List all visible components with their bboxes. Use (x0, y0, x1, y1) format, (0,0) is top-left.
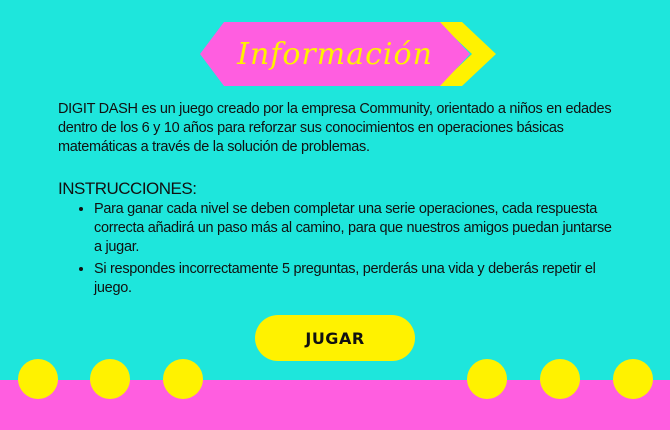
decorative-dot (540, 359, 580, 399)
intro-text: DIGIT DASH es un juego creado por la emp… (58, 101, 612, 155)
decorative-dot (163, 359, 203, 399)
play-button[interactable]: JUGAR (255, 315, 415, 361)
decorative-dot (467, 359, 507, 399)
title-banner: Información (200, 22, 500, 86)
decorative-dot (613, 359, 653, 399)
instruction-item: Si respondes incorrectamente 5 preguntas… (94, 260, 618, 298)
page-title: Información (237, 36, 433, 72)
decorative-dot (18, 359, 58, 399)
instruction-item: Para ganar cada nivel se deben completar… (94, 200, 618, 257)
info-content: DIGIT DASH es un juego creado por la emp… (58, 100, 618, 301)
instructions-list: Para ganar cada nivel se deben completar… (58, 200, 618, 298)
instructions-heading: INSTRUCCIONES: (58, 179, 197, 198)
decorative-dot (90, 359, 130, 399)
